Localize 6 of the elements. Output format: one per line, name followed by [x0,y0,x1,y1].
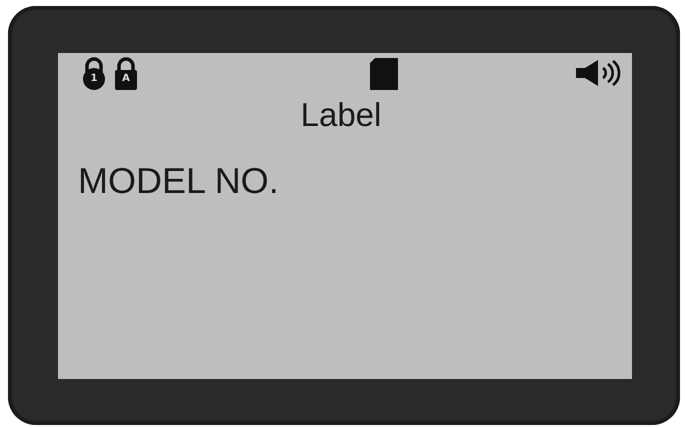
speaker-icon [576,60,622,86]
screen-title: Label [300,95,382,135]
model-number-label: MODEL NO. [78,161,280,201]
memory-card-icon [370,58,398,90]
lock-letter: A [121,73,131,85]
lock-letter: 1 [90,73,98,85]
